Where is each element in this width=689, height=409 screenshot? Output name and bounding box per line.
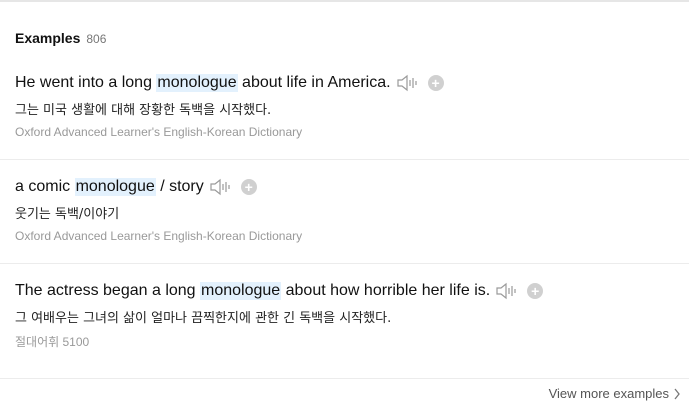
add-to-wordbook-icon[interactable]: +: [240, 179, 257, 195]
examples-count: 806: [86, 32, 107, 46]
highlighted-word[interactable]: monologue: [74, 178, 156, 196]
top-divider: [0, 0, 689, 2]
examples-header: Examples 806: [15, 30, 106, 46]
example-sentence: He went into a long monologue about life…: [15, 72, 689, 94]
example-item: He went into a long monologue about life…: [15, 72, 689, 141]
view-more-examples-link[interactable]: View more examples: [549, 386, 681, 401]
divider: [0, 263, 689, 264]
example-item: a comic monologue / story + 웃기는 독백/이야기 O…: [15, 176, 689, 245]
sentence-text-after: about how horrible her life is.: [281, 282, 491, 299]
example-item: The actress began a long monologue about…: [15, 280, 689, 349]
example-translation: 웃기는 독백/이야기: [15, 207, 120, 222]
speaker-icon[interactable]: [209, 177, 233, 197]
example-source: Oxford Advanced Learner's English-Korean…: [15, 125, 303, 139]
sentence-text-before: The actress began a long: [15, 282, 201, 299]
highlighted-word[interactable]: monologue: [156, 74, 238, 92]
example-source: Oxford Advanced Learner's English-Korean…: [15, 229, 303, 243]
add-to-wordbook-icon[interactable]: +: [427, 75, 444, 91]
example-source: 절대어휘 5100: [15, 335, 90, 349]
divider: [0, 378, 689, 379]
example-sentence: The actress began a long monologue about…: [15, 280, 689, 302]
chevron-right-icon: [674, 388, 680, 399]
example-translation: 그는 미국 생활에 대해 장황한 독백을 시작했다.: [15, 103, 272, 118]
speaker-icon[interactable]: [396, 73, 420, 93]
divider: [0, 159, 689, 160]
example-sentence: a comic monologue / story +: [15, 176, 689, 198]
view-more-label: View more examples: [548, 386, 669, 401]
highlighted-word[interactable]: monologue: [200, 282, 282, 300]
example-translation: 그 여배우는 그녀의 삶이 얼마나 끔찍한지에 관한 긴 독백을 시작했다.: [15, 311, 392, 326]
sentence-text-after: about life in America.: [237, 74, 391, 91]
speaker-icon[interactable]: [495, 281, 519, 301]
add-to-wordbook-icon[interactable]: +: [527, 283, 544, 299]
examples-title: Examples: [15, 30, 81, 46]
sentence-text-after: / story: [155, 178, 204, 195]
sentence-text-before: a comic: [15, 178, 75, 195]
sentence-text-before: He went into a long: [15, 74, 157, 91]
